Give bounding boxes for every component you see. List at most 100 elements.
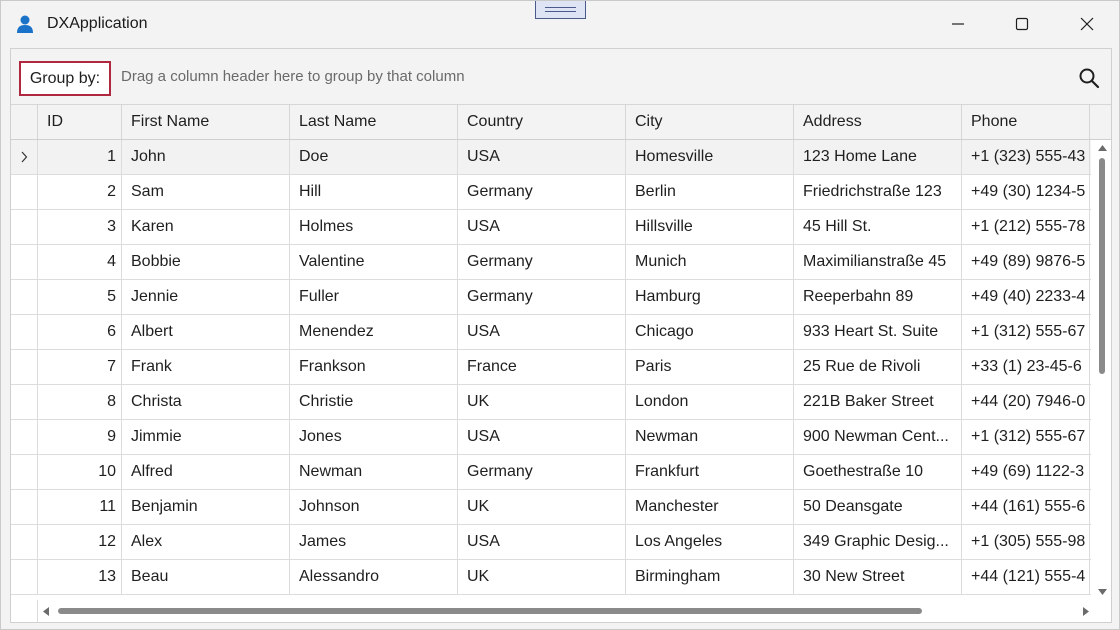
cell-address[interactable]: 45 Hill St. [794, 210, 962, 244]
row-indicator[interactable] [11, 560, 38, 594]
row-indicator[interactable] [11, 245, 38, 279]
cell-address[interactable]: Friedrichstraße 123 [794, 175, 962, 209]
cell-address[interactable]: 933 Heart St. Suite [794, 315, 962, 349]
vertical-scrollbar[interactable] [1094, 140, 1111, 600]
cell-last-name[interactable]: Valentine [290, 245, 458, 279]
search-button[interactable] [1077, 66, 1101, 90]
cell-first-name[interactable]: Karen [122, 210, 290, 244]
cell-address[interactable]: Reeperbahn 89 [794, 280, 962, 314]
cell-phone[interactable]: +1 (312) 555-67 [962, 420, 1090, 454]
cell-id[interactable]: 2 [38, 175, 122, 209]
cell-phone[interactable]: +1 (312) 555-67 [962, 315, 1090, 349]
cell-first-name[interactable]: Sam [122, 175, 290, 209]
cell-country[interactable]: UK [458, 490, 626, 524]
cell-last-name[interactable]: Menendez [290, 315, 458, 349]
cell-city[interactable]: Hamburg [626, 280, 794, 314]
column-header-city[interactable]: City [626, 105, 794, 139]
scroll-up-arrow-icon[interactable] [1097, 144, 1108, 152]
cell-first-name[interactable]: Christa [122, 385, 290, 419]
cell-city[interactable]: London [626, 385, 794, 419]
cell-id[interactable]: 5 [38, 280, 122, 314]
table-row[interactable]: 6 Albert Menendez USA Chicago 933 Heart St. S… [11, 315, 1091, 350]
row-indicator[interactable] [11, 420, 38, 454]
group-panel[interactable]: Group by: Drag a column header here to g… [11, 49, 1111, 105]
cell-country[interactable]: USA [458, 525, 626, 559]
row-indicator[interactable] [11, 210, 38, 244]
cell-id[interactable]: 10 [38, 455, 122, 489]
minimize-button[interactable] [935, 1, 981, 47]
cell-country[interactable]: UK [458, 385, 626, 419]
table-row[interactable]: 5 Jennie Fuller Germany Hamburg Reeperbahn 89… [11, 280, 1091, 315]
cell-first-name[interactable]: Benjamin [122, 490, 290, 524]
table-row[interactable]: 12 Alex James USA Los Angeles 349 Graphic Des… [11, 525, 1091, 560]
cell-city[interactable]: Newman [626, 420, 794, 454]
table-row[interactable]: 2 Sam Hill Germany Berlin Friedrichstraße 123… [11, 175, 1091, 210]
cell-first-name[interactable]: Jennie [122, 280, 290, 314]
cell-country[interactable]: Germany [458, 280, 626, 314]
cell-last-name[interactable]: Christie [290, 385, 458, 419]
column-header-last-name[interactable]: Last Name [290, 105, 458, 139]
row-indicator[interactable] [11, 490, 38, 524]
cell-last-name[interactable]: Frankson [290, 350, 458, 384]
cell-address[interactable]: 25 Rue de Rivoli [794, 350, 962, 384]
row-indicator[interactable] [11, 350, 38, 384]
cell-id[interactable]: 9 [38, 420, 122, 454]
cell-address[interactable]: Goethestraße 10 [794, 455, 962, 489]
cell-first-name[interactable]: Albert [122, 315, 290, 349]
cell-phone[interactable]: +49 (89) 9876-5 [962, 245, 1090, 279]
cell-first-name[interactable]: Bobbie [122, 245, 290, 279]
scroll-left-arrow-icon[interactable] [42, 606, 50, 617]
cell-country[interactable]: USA [458, 210, 626, 244]
cell-country[interactable]: Germany [458, 245, 626, 279]
cell-phone[interactable]: +1 (323) 555-43 [962, 140, 1090, 174]
maximize-button[interactable] [999, 1, 1045, 47]
cell-phone[interactable]: +44 (121) 555-4 [962, 560, 1090, 594]
cell-id[interactable]: 6 [38, 315, 122, 349]
cell-address[interactable]: 123 Home Lane [794, 140, 962, 174]
cell-country[interactable]: USA [458, 140, 626, 174]
cell-city[interactable]: Manchester [626, 490, 794, 524]
cell-address[interactable]: 30 New Street [794, 560, 962, 594]
cell-first-name[interactable]: Alex [122, 525, 290, 559]
cell-last-name[interactable]: Holmes [290, 210, 458, 244]
table-row[interactable]: 8 Christa Christie UK London 221B Baker Stree… [11, 385, 1091, 420]
cell-id[interactable]: 11 [38, 490, 122, 524]
cell-address[interactable]: 50 Deansgate [794, 490, 962, 524]
cell-country[interactable]: Germany [458, 455, 626, 489]
column-header-country[interactable]: Country [458, 105, 626, 139]
table-row[interactable]: 3 Karen Holmes USA Hillsville 45 Hill St. +1 (… [11, 210, 1091, 245]
cell-phone[interactable]: +44 (161) 555-6 [962, 490, 1090, 524]
vertical-scroll-thumb[interactable] [1099, 158, 1105, 374]
cell-first-name[interactable]: Alfred [122, 455, 290, 489]
cell-first-name[interactable]: John [122, 140, 290, 174]
cell-id[interactable]: 1 [38, 140, 122, 174]
horizontal-scrollbar[interactable] [38, 600, 1094, 622]
cell-phone[interactable]: +49 (30) 1234-5 [962, 175, 1090, 209]
row-indicator[interactable] [11, 140, 38, 174]
cell-phone[interactable]: +49 (69) 1122-3 [962, 455, 1090, 489]
cell-city[interactable]: Frankfurt [626, 455, 794, 489]
cell-address[interactable]: Maximilianstraße 45 [794, 245, 962, 279]
cell-country[interactable]: UK [458, 560, 626, 594]
column-header-phone[interactable]: Phone [962, 105, 1090, 139]
cell-last-name[interactable]: Jones [290, 420, 458, 454]
horizontal-scroll-thumb[interactable] [58, 608, 922, 614]
cell-id[interactable]: 3 [38, 210, 122, 244]
cell-id[interactable]: 8 [38, 385, 122, 419]
row-indicator[interactable] [11, 385, 38, 419]
cell-first-name[interactable]: Frank [122, 350, 290, 384]
cell-address[interactable]: 349 Graphic Desig... [794, 525, 962, 559]
cell-city[interactable]: Munich [626, 245, 794, 279]
close-button[interactable] [1064, 1, 1110, 47]
column-header-address[interactable]: Address [794, 105, 962, 139]
cell-city[interactable]: Homesville [626, 140, 794, 174]
cell-phone[interactable]: +1 (212) 555-78 [962, 210, 1090, 244]
cell-country[interactable]: USA [458, 315, 626, 349]
cell-phone[interactable]: +1 (305) 555-98 [962, 525, 1090, 559]
cell-country[interactable]: France [458, 350, 626, 384]
row-indicator[interactable] [11, 175, 38, 209]
cell-first-name[interactable]: Beau [122, 560, 290, 594]
cell-phone[interactable]: +44 (20) 7946-0 [962, 385, 1090, 419]
cell-id[interactable]: 12 [38, 525, 122, 559]
cell-city[interactable]: Chicago [626, 315, 794, 349]
